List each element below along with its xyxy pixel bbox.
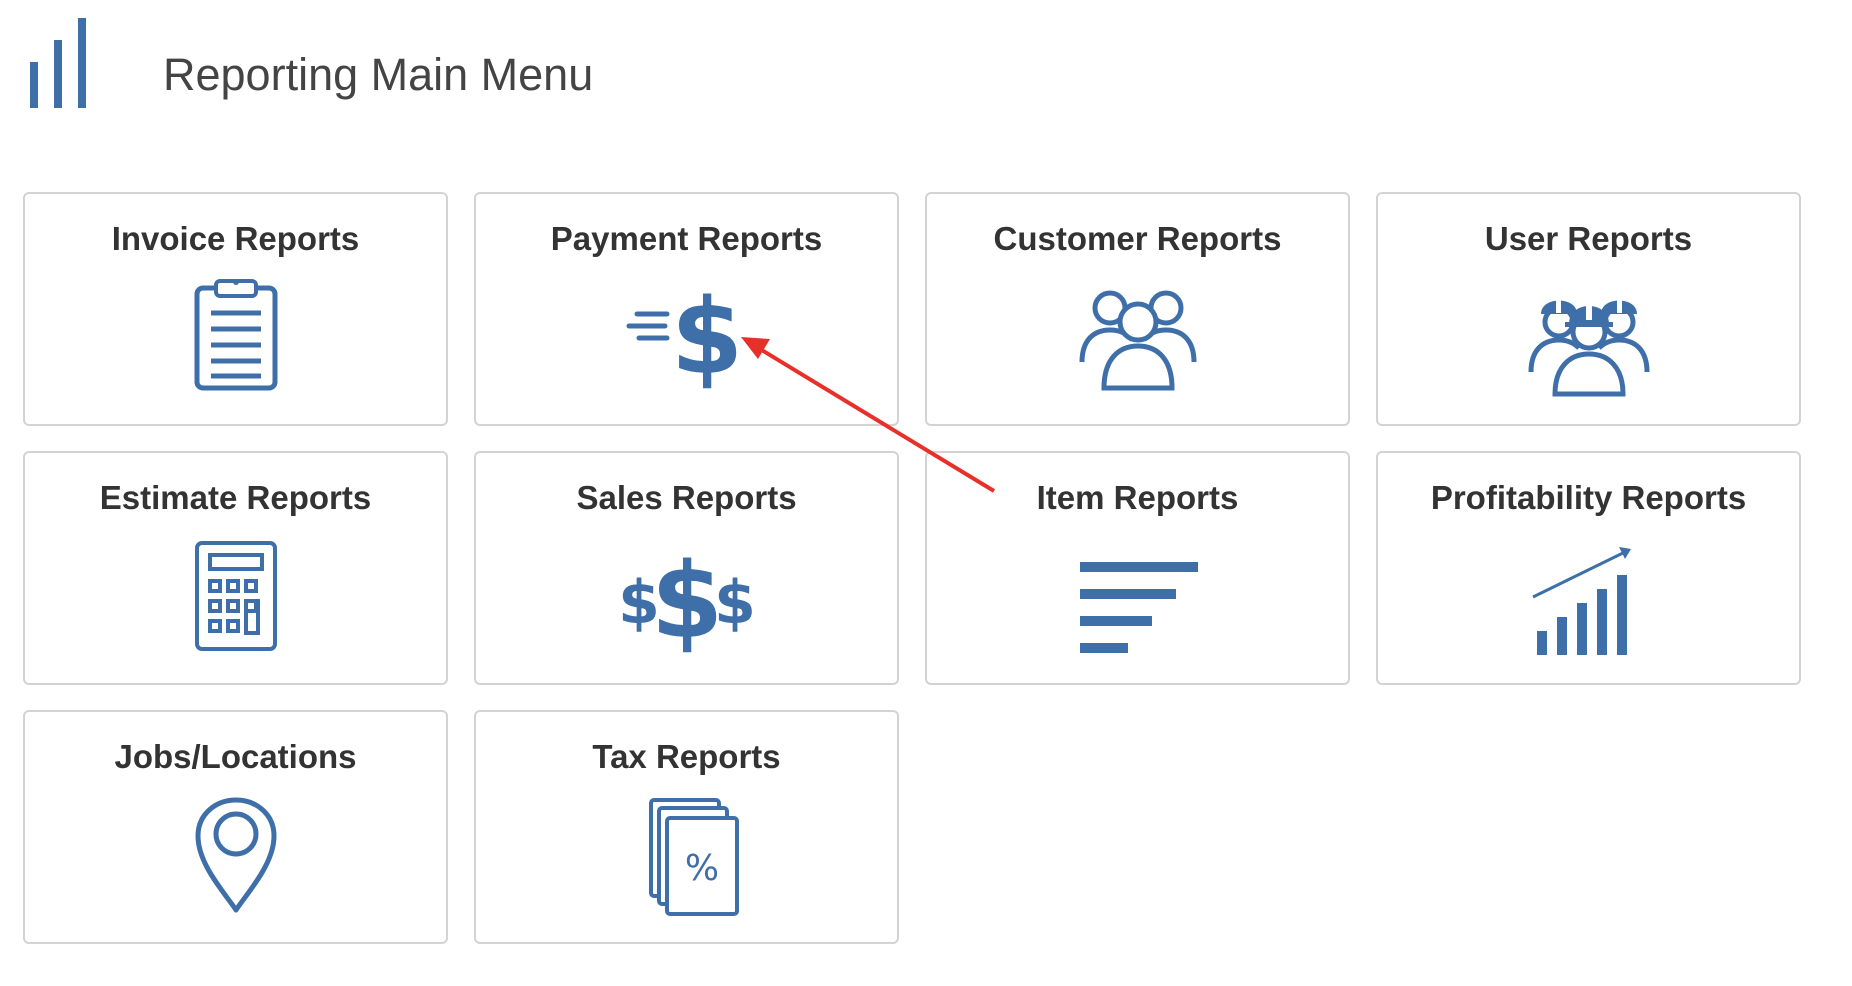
dollars-icon: $ $ $ [617,537,757,657]
clipboard-icon [166,278,306,398]
tile-item-reports[interactable]: Item Reports [925,451,1350,685]
tile-label: Item Reports [1036,479,1239,516]
page-title: Reporting Main Menu [163,49,594,100]
tile-customer-reports[interactable]: Customer Reports [925,192,1350,426]
svg-text:$: $ [650,540,722,657]
tile-invoice-reports[interactable]: Invoice Reports [23,192,448,426]
tile-label: Invoice Reports [111,220,360,257]
map-pin-icon [166,796,306,916]
tile-label: Payment Reports [550,220,823,257]
bar-chart-icon [26,18,96,110]
growth-chart-icon [1519,537,1659,657]
tile-label: Sales Reports [576,479,797,516]
tile-label: Tax Reports [592,738,781,775]
reporting-page: Reporting Main Menu Invoice Reports Paym… [0,0,1852,986]
tile-label: Estimate Reports [99,479,372,516]
tile-label: Jobs/Locations [114,738,357,775]
calculator-icon [166,537,306,657]
tile-estimate-reports[interactable]: Estimate Reports [23,451,448,685]
group-icon [1068,278,1208,398]
tile-label: User Reports [1484,220,1693,257]
tile-sales-reports[interactable]: Sales Reports $ $ $ [474,451,899,685]
tile-jobs-locations[interactable]: Jobs/Locations [23,710,448,944]
svg-text:$: $ [670,278,742,398]
tax-document-icon: % [617,796,757,916]
svg-text:%: % [684,848,718,889]
tile-user-reports[interactable]: User Reports [1376,192,1801,426]
list-bars-icon [1068,537,1208,657]
tile-label: Customer Reports [993,220,1282,257]
tile-tax-reports[interactable]: Tax Reports % [474,710,899,944]
tile-profitability-reports[interactable]: Profitability Reports [1376,451,1801,685]
dollar-speed-icon: $ [617,278,757,398]
page-header: Reporting Main Menu [0,0,1852,150]
workers-icon [1519,278,1659,398]
tile-label: Profitability Reports [1430,479,1747,516]
tile-payment-reports[interactable]: Payment Reports $ [474,192,899,426]
svg-text:$: $ [714,568,756,638]
